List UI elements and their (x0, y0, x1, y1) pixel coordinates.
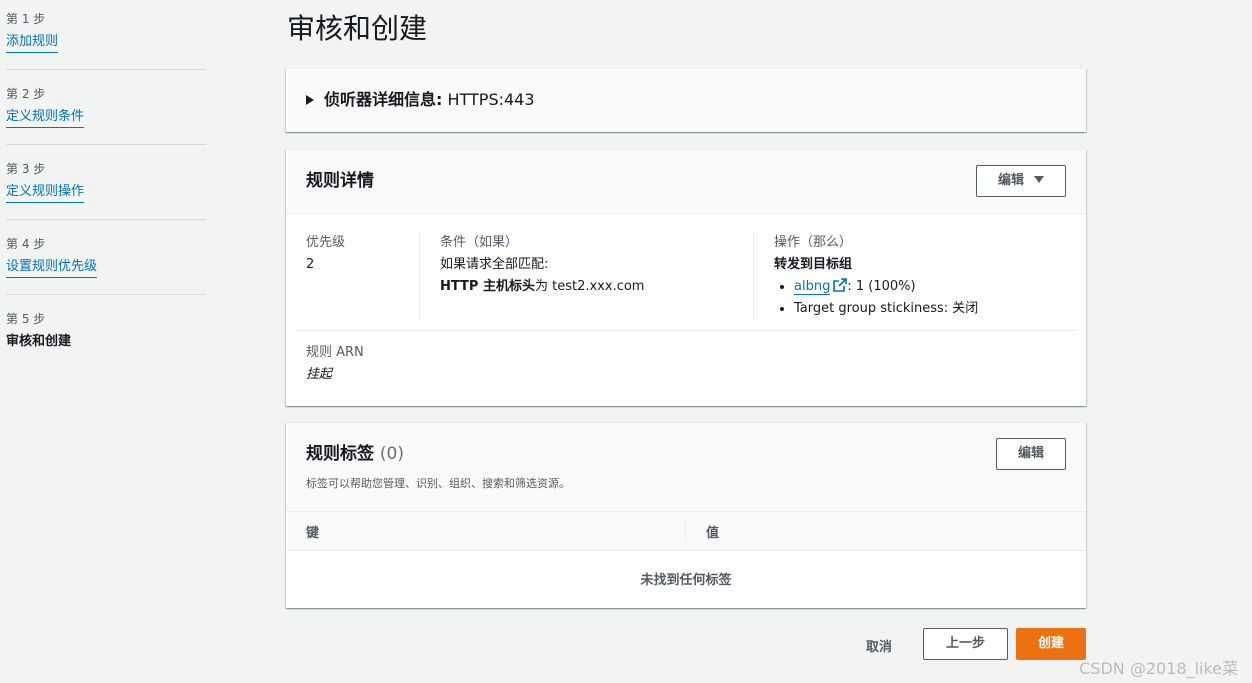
arn-label: 规则 ARN (306, 345, 364, 360)
column-resizer[interactable] (685, 521, 686, 541)
triangle-down-icon (1034, 176, 1044, 183)
target-weight: : 1 (100%) (847, 279, 916, 294)
previous-button[interactable]: 上一步 (923, 628, 1008, 660)
step-5-label: 第 5 步 (6, 312, 46, 326)
step-2: 第 2 步 定义规则条件 (6, 86, 206, 128)
listener-value: HTTPS:443 (447, 90, 535, 109)
condition-field: HTTP 主机标头 (440, 279, 535, 294)
column-divider (753, 230, 754, 320)
condition-value: test2.xxx.com (552, 279, 645, 294)
step-4: 第 4 步 设置规则优先级 (6, 236, 206, 278)
condition-column: 条件（如果） 如果请求全部匹配: HTTP 主机标头为 test2.xxx.co… (440, 232, 644, 298)
target-group-link[interactable]: albng (794, 279, 831, 295)
action-column: 操作（那么） 转发到目标组 albng : 1 (100%) Target gro… (774, 232, 978, 320)
row-divider (296, 330, 1076, 331)
step-divider (6, 219, 206, 220)
condition-op: 为 (534, 279, 548, 294)
step-3-label: 第 3 步 (6, 162, 46, 176)
rule-tags-title: 规则标签 (0) (306, 443, 404, 465)
step-5: 第 5 步 审核和创建 (6, 311, 206, 351)
step-5-current: 审核和创建 (6, 334, 72, 349)
priority-column: 优先级 2 (306, 232, 345, 276)
rule-tags-title-text: 规则标签 (306, 444, 374, 464)
step-divider (6, 69, 206, 70)
step-divider (6, 144, 206, 145)
column-divider (419, 230, 420, 320)
caret-right-icon[interactable] (306, 94, 314, 105)
step-1-link[interactable]: 添加规则 (6, 33, 59, 53)
rule-tags-count: (0) (379, 444, 405, 464)
rule-tags-description: 标签可以帮助您管理、识别、组织、搜索和筛选资源。 (306, 477, 570, 490)
step-3-link[interactable]: 定义规则操作 (6, 183, 85, 203)
listener-details-card: 侦听器详细信息: HTTPS:443 (286, 68, 1086, 132)
edit-dropdown-label: 编辑 (997, 173, 1024, 188)
step-4-label: 第 4 步 (6, 237, 46, 251)
cancel-button[interactable]: 取消 (866, 636, 892, 655)
create-button[interactable]: 创建 (1016, 628, 1086, 660)
step-divider (6, 294, 206, 295)
step-1-label: 第 1 步 (6, 12, 46, 26)
rule-tags-header: 规则标签 (0) 标签可以帮助您管理、识别、组织、搜索和筛选资源。 编辑 (286, 423, 1086, 512)
page-title: 审核和创建 (287, 12, 428, 45)
column-value[interactable]: 值 (706, 522, 719, 541)
rule-details-header: 规则详情 编辑 (286, 150, 1086, 214)
action-list: albng : 1 (100%) Target group stickiness:… (774, 276, 978, 320)
arn-section: 规则 ARN 挂起 (306, 342, 364, 386)
step-3: 第 3 步 定义规则操作 (6, 161, 206, 203)
action-title: 转发到目标组 (774, 257, 853, 272)
rule-tags-card: 规则标签 (0) 标签可以帮助您管理、识别、组织、搜索和筛选资源。 编辑 键 值… (286, 422, 1086, 608)
step-2-link[interactable]: 定义规则条件 (6, 108, 85, 128)
priority-label: 优先级 (306, 235, 346, 250)
step-2-label: 第 2 步 (6, 87, 46, 101)
rule-details-card: 规则详情 编辑 优先级 2 条件（如果） 如果请求全部匹配: HTTP 主机标头… (286, 149, 1086, 406)
listener-label: 侦听器详细信息: (324, 90, 443, 109)
listener-details-toggle[interactable]: 侦听器详细信息: HTTPS:443 (306, 89, 535, 111)
action-label: 操作（那么） (774, 235, 853, 250)
tags-empty-message: 未找到任何标签 (640, 573, 732, 588)
watermark: CSDN @2018_like菜 (1079, 659, 1238, 678)
arn-value: 挂起 (306, 367, 333, 382)
tags-table-header: 键 值 (286, 512, 1086, 551)
step-4-link[interactable]: 设置规则优先级 (6, 258, 98, 278)
edit-dropdown-button[interactable]: 编辑 (976, 165, 1066, 197)
step-1: 第 1 步 添加规则 (6, 11, 206, 53)
column-key[interactable]: 键 (306, 522, 319, 541)
rule-details-title: 规则详情 (306, 171, 374, 191)
condition-match: 如果请求全部匹配: (440, 257, 549, 272)
listener-details-header[interactable]: 侦听器详细信息: HTTPS:443 (286, 69, 1086, 132)
priority-value: 2 (306, 257, 315, 272)
external-link-icon[interactable] (833, 277, 848, 292)
condition-rule: HTTP 主机标头为 test2.xxx.com (440, 276, 644, 298)
stickiness-item: Target group stickiness: 关闭 (794, 298, 978, 320)
target-group-item: albng : 1 (100%) (794, 276, 978, 298)
edit-tags-button[interactable]: 编辑 (996, 438, 1066, 470)
condition-label: 条件（如果） (440, 235, 519, 250)
